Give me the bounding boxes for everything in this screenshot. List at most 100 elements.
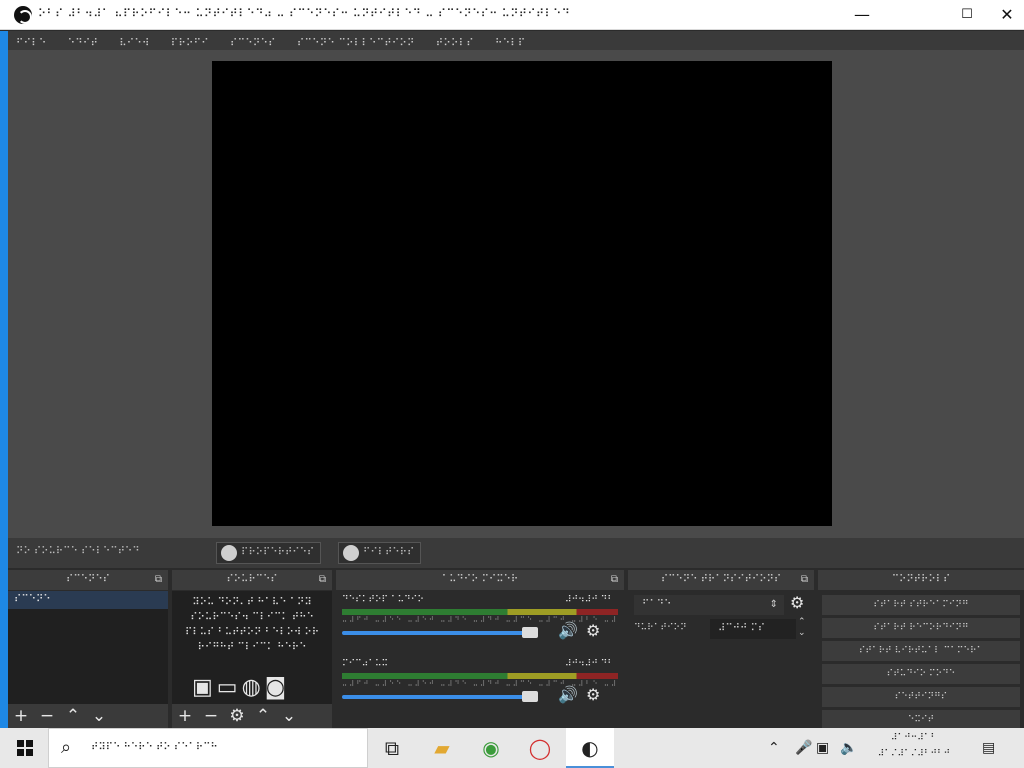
channel-db: ⠼⠚⠲⠼⠚ ⠙⠃ [564,595,614,605]
duration-label: ⠙⠥⠗⠁⠞⠊⠕⠝ [634,623,687,633]
filters-button[interactable]: ⠋⠊⠇⠞⠑⠗⠎ [338,542,422,564]
volume-icon[interactable]: 🔈 [840,728,857,768]
scenes-list: ⠎⠉⠑⠝⠑ [8,591,168,704]
image-icon: ▣ [192,675,213,700]
channel-db: ⠼⠚⠲⠼⠚ ⠙⠃ [564,659,614,669]
menu-bar: ⠋⠊⠇⠑ ⠑⠙⠊⠞ ⠧⠊⠑⠺ ⠏⠗⠕⠋⠊ ⠎⠉⠑⠝⠑⠎ ⠎⠉⠑⠝⠑ ⠉⠕⠇⠇⠑⠉… [8,31,1024,50]
transitions-dock-header: ⠎⠉⠑⠝⠑ ⠞⠗⠁⠝⠎⠊⠞⠊⠕⠝⠎ ⧉ [628,570,814,590]
volume-slider[interactable] [342,627,538,638]
opera-icon[interactable]: ◯ [516,728,564,768]
properties-label: ⠏⠗⠕⠏⠑⠗⠞⠊⠑⠎ [241,547,315,558]
scenes-dock: ⠎⠉⠑⠝⠑⠎ ⧉ ⠎⠉⠑⠝⠑ + − ⌃ ⌄ [8,570,168,728]
file-explorer-icon[interactable]: ▰ [418,728,466,768]
gear-icon[interactable]: ⚙ [790,593,804,612]
minimize-button[interactable]: — [839,0,885,30]
notifications-icon[interactable]: ▤ [982,728,995,768]
sources-dock-header: ⠎⠕⠥⠗⠉⠑⠎ ⧉ [172,570,332,590]
maximize-button[interactable]: ☐ [944,0,990,30]
menu-item-tools[interactable]: ⠞⠕⠕⠇⠎ [436,38,474,49]
transitions-dock-title: ⠎⠉⠑⠝⠑ ⠞⠗⠁⠝⠎⠊⠞⠊⠕⠝⠎ [660,574,782,585]
filters-label: ⠋⠊⠇⠞⠑⠗⠎ [363,547,415,558]
start-virtual-camera-button[interactable]: ⠎⠞⠁⠗⠞ ⠧⠊⠗⠞⠥⠁⠇ ⠉⠁⠍⠑⠗⠁ [822,641,1020,661]
search-icon: ⌕ [61,737,72,758]
windows-start-icon[interactable] [0,728,48,768]
menu-item-scene-collection[interactable]: ⠎⠉⠑⠝⠑ ⠉⠕⠇⠇⠑⠉⠞⠊⠕⠝ [297,38,415,49]
volume-meter [342,673,618,679]
source-toolbar: ⠝⠕ ⠎⠕⠥⠗⠉⠑ ⠎⠑⠇⠑⠉⠞⠑⠙ ⠏⠗⠕⠏⠑⠗⠞⠊⠑⠎ ⠋⠊⠇⠞⠑⠗⠎ [8,538,1024,568]
clock-time: ⠼⠁⠚⠒⠼⠁⠃ [890,733,938,743]
no-source-label: ⠝⠕ ⠎⠕⠥⠗⠉⠑ ⠎⠑⠇⠑⠉⠞⠑⠙ [16,546,140,557]
transition-type-row: ⠋⠁⠙⠑ ⇕ ⚙ [628,591,814,617]
undock-icon[interactable]: ⧉ [155,570,162,590]
menu-item-profile[interactable]: ⠏⠗⠕⠋⠊ [171,38,209,49]
undock-icon[interactable]: ⧉ [319,570,326,590]
mixer-channel-mic: ⠍⠊⠉⠴⠁⠥⠭ ⠼⠚⠲⠼⠚ ⠙⠃ ⠤⠼⠋⠚ ⠤⠼⠑⠑ ⠤⠼⠑⠚ ⠤⠼⠙⠑ ⠤⠼⠙… [336,655,624,719]
controls-dock-title: ⠉⠕⠝⠞⠗⠕⠇⠎ [891,574,951,585]
move-down-icon[interactable]: ⌄ [276,704,302,728]
exit-button[interactable]: ⠑⠭⠊⠞ [822,710,1020,730]
scenes-dock-title: ⠎⠉⠑⠝⠑⠎ [66,574,110,585]
menu-item-scenes[interactable]: ⠎⠉⠑⠝⠑⠎ [230,38,276,49]
gear-icon[interactable]: ⚙ [586,685,600,704]
transitions-body: ⠋⠁⠙⠑ ⇕ ⚙ ⠙⠥⠗⠁⠞⠊⠕⠝ ⠼⠉⠚⠚ ⠍⠎ ⌃ ⌄ [628,591,814,728]
slider-knob[interactable] [522,691,538,702]
start-recording-button[interactable]: ⠎⠞⠁⠗⠞ ⠗⠑⠉⠕⠗⠙⠊⠝⠛ [822,618,1020,638]
menu-item-edit[interactable]: ⠑⠙⠊⠞ [68,38,99,49]
move-up-icon[interactable]: ⌃ [250,704,276,728]
undock-icon[interactable]: ⧉ [611,570,618,590]
remove-scene-icon[interactable]: − [34,704,60,728]
title-bar: ⠕⠃⠎ ⠼⠃⠲⠼⠁ ⠦⠏⠗⠕⠋⠊⠇⠑⠒ ⠥⠝⠞⠊⠞⠇⠑⠙⠴ ⠤ ⠎⠉⠑⠝⠑⠎⠒ … [0,0,1024,30]
add-scene-icon[interactable]: + [8,704,34,728]
add-source-icon[interactable]: + [172,704,198,728]
properties-button[interactable]: ⠏⠗⠕⠏⠑⠗⠞⠊⠑⠎ [216,542,322,564]
chrome-icon[interactable]: ◉ [467,728,515,768]
source-settings-icon[interactable]: ⚙ [224,704,250,728]
globe-icon: ◍ [241,675,261,700]
preview-canvas[interactable] [212,61,832,526]
network-icon[interactable]: ▣ [816,728,829,768]
slider-knob[interactable] [522,627,538,638]
left-edge-strip [0,31,8,728]
monitor-icon: ▭ [216,675,238,700]
controls-body: ⠎⠞⠁⠗⠞ ⠎⠞⠗⠑⠁⠍⠊⠝⠛ ⠎⠞⠁⠗⠞ ⠗⠑⠉⠕⠗⠙⠊⠝⠛ ⠎⠞⠁⠗⠞ ⠧⠊… [818,591,1024,730]
duration-field[interactable]: ⠼⠉⠚⠚ ⠍⠎ [710,619,796,639]
system-clock[interactable]: ⠼⠁⠚⠒⠼⠁⠃ ⠼⠁⠌⠼⠁⠌⠼⠃⠚⠃⠚ [870,730,958,762]
mixer-dock-header: ⠁⠥⠙⠊⠕ ⠍⠊⠭⠑⠗ ⧉ [336,570,624,590]
sources-dock: ⠎⠕⠥⠗⠉⠑⠎ ⧉ ⠽⠕⠥ ⠙⠕⠝⠄⠞ ⠓⠁⠧⠑ ⠁⠝⠽ ⠎⠕⠥⠗⠉⠑⠎⠲ ⠉⠇… [172,570,332,728]
mixer-channels: ⠙⠑⠎⠅⠞⠕⠏ ⠁⠥⠙⠊⠕ ⠼⠚⠲⠼⠚ ⠙⠃ ⠤⠼⠋⠚ ⠤⠼⠑⠑ ⠤⠼⠑⠚ ⠤⠼… [336,591,624,728]
volume-slider[interactable] [342,691,538,702]
task-view-icon[interactable]: ⧉ [368,728,416,768]
sources-list[interactable]: ⠽⠕⠥ ⠙⠕⠝⠄⠞ ⠓⠁⠧⠑ ⠁⠝⠽ ⠎⠕⠥⠗⠉⠑⠎⠲ ⠉⠇⠊⠉⠅ ⠞⠓⠑ ⠏⠇… [172,591,332,704]
transition-type-value: ⠋⠁⠙⠑ [642,599,672,610]
spin-arrows-icon[interactable]: ⌃ ⌄ [798,617,806,639]
mixer-channel-desktop: ⠙⠑⠎⠅⠞⠕⠏ ⠁⠥⠙⠊⠕ ⠼⠚⠲⠼⠚ ⠙⠃ ⠤⠼⠋⠚ ⠤⠼⠑⠑ ⠤⠼⠑⠚ ⠤⠼… [336,591,624,655]
remove-source-icon[interactable]: − [198,704,224,728]
controls-dock-header: ⠉⠕⠝⠞⠗⠕⠇⠎ [818,570,1024,590]
move-up-icon[interactable]: ⌃ [60,704,86,728]
gear-icon [221,545,237,561]
start-streaming-button[interactable]: ⠎⠞⠁⠗⠞ ⠎⠞⠗⠑⠁⠍⠊⠝⠛ [822,595,1020,615]
close-button[interactable]: ✕ [990,0,1024,30]
volume-meter [342,609,618,615]
speaker-icon[interactable]: 🔊 [558,685,578,704]
obs-taskbar-icon[interactable]: ◐ [566,728,614,768]
menu-item-help[interactable]: ⠓⠑⠇⠏ [495,38,526,49]
gear-icon[interactable]: ⚙ [586,621,600,640]
scene-list-item[interactable]: ⠎⠉⠑⠝⠑ [8,591,168,609]
settings-button[interactable]: ⠎⠑⠞⠞⠊⠝⠛⠎ [822,687,1020,707]
chevron-up-icon[interactable]: ⌃ [768,728,780,768]
undock-icon[interactable]: ⧉ [801,570,808,590]
menu-item-file[interactable]: ⠋⠊⠇⠑ [16,38,47,49]
transition-type-select[interactable]: ⠋⠁⠙⠑ ⇕ [634,595,784,615]
sources-empty-message: ⠽⠕⠥ ⠙⠕⠝⠄⠞ ⠓⠁⠧⠑ ⠁⠝⠽ ⠎⠕⠥⠗⠉⠑⠎⠲ ⠉⠇⠊⠉⠅ ⠞⠓⠑ ⠏⠇… [184,597,320,653]
microphone-icon[interactable]: 🎤 [795,728,812,768]
studio-mode-button[interactable]: ⠎⠞⠥⠙⠊⠕ ⠍⠕⠙⠑ [822,664,1020,684]
filter-icon [343,545,359,561]
taskbar-search[interactable]: ⌕ ⠞⠽⠏⠑ ⠓⠑⠗⠑ ⠞⠕ ⠎⠑⠁⠗⠉⠓ [48,728,368,768]
chevron-updown-icon: ⇕ [769,599,778,610]
move-down-icon[interactable]: ⌄ [86,704,112,728]
window-title: ⠕⠃⠎ ⠼⠃⠲⠼⠁ ⠦⠏⠗⠕⠋⠊⠇⠑⠒ ⠥⠝⠞⠊⠞⠇⠑⠙⠴ ⠤ ⠎⠉⠑⠝⠑⠎⠒ … [38,7,571,20]
menu-item-view[interactable]: ⠧⠊⠑⠺ [119,38,150,49]
sources-dock-title: ⠎⠕⠥⠗⠉⠑⠎ [226,574,278,585]
speaker-icon[interactable]: 🔊 [558,621,578,640]
